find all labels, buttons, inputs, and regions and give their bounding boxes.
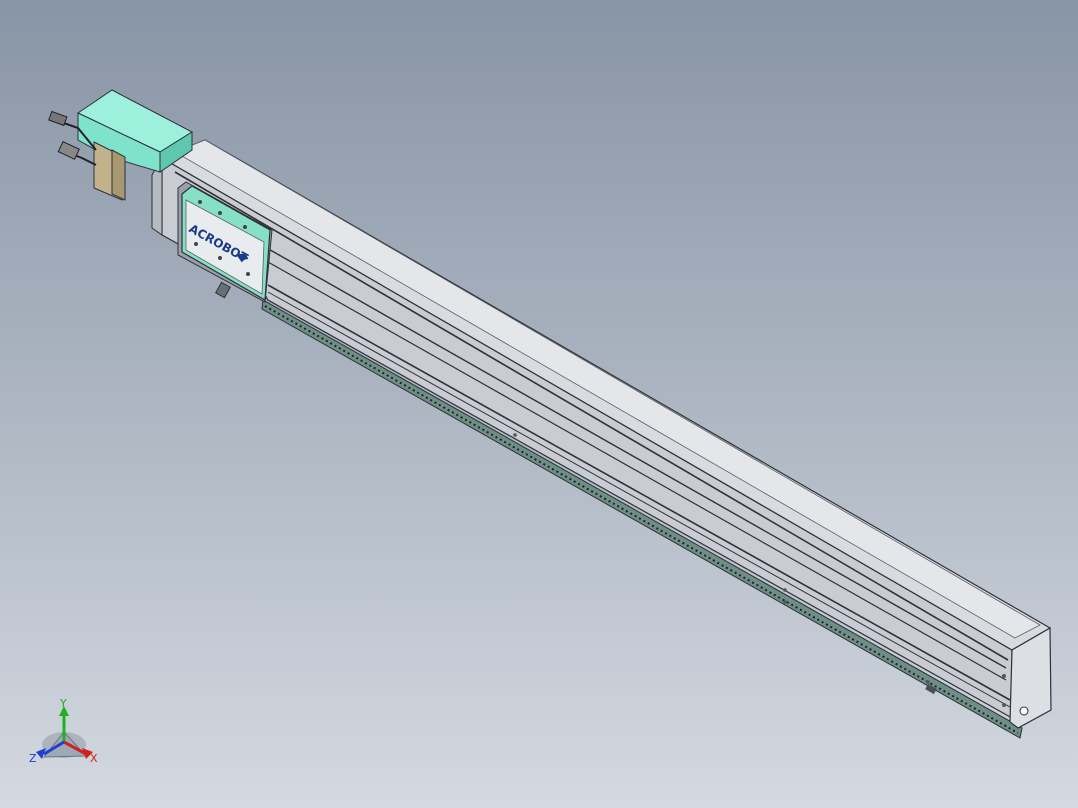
carriage-bolt-5 bbox=[218, 256, 222, 260]
carriage-bracket bbox=[215, 281, 231, 299]
end-cap-hole bbox=[1019, 706, 1029, 716]
axis-x-label: X bbox=[90, 752, 98, 765]
rail-side-face bbox=[161, 156, 1013, 720]
end-screw-2 bbox=[1002, 703, 1006, 707]
end-screw-1 bbox=[1002, 674, 1006, 678]
axis-y-label: Y bbox=[59, 697, 67, 710]
rack-strip bbox=[261, 299, 1023, 739]
carriage-bolt-1 bbox=[198, 200, 202, 204]
orientation-triad[interactable]: Y X Z bbox=[29, 697, 98, 765]
rail-groove-1 bbox=[174, 171, 1009, 661]
connector-2 bbox=[57, 141, 80, 160]
mid-screw-4 bbox=[926, 680, 930, 684]
axis-z-label: Z bbox=[29, 752, 37, 765]
rail-groove-5 bbox=[267, 291, 1011, 708]
carriage-bolt-4 bbox=[194, 242, 198, 246]
carriage-bolt-2 bbox=[218, 211, 222, 215]
carriage-bolt-6 bbox=[246, 272, 250, 276]
rail-top-cover bbox=[174, 139, 1041, 639]
cad-viewport[interactable]: ACROBOT Y X Z bbox=[0, 0, 1078, 808]
mid-screw-1 bbox=[513, 433, 517, 437]
rail-groove-4 bbox=[267, 284, 1011, 701]
motor-flange bbox=[111, 149, 126, 201]
carriage-bolt-3 bbox=[243, 225, 247, 229]
mid-screw-2 bbox=[783, 588, 787, 592]
mid-screw-3 bbox=[783, 600, 787, 604]
linear-actuator-model[interactable]: ACROBOT bbox=[48, 89, 1052, 739]
rail-groove-2 bbox=[264, 246, 1007, 669]
connector-1 bbox=[48, 110, 68, 127]
rail-groove-3 bbox=[267, 261, 1007, 681]
